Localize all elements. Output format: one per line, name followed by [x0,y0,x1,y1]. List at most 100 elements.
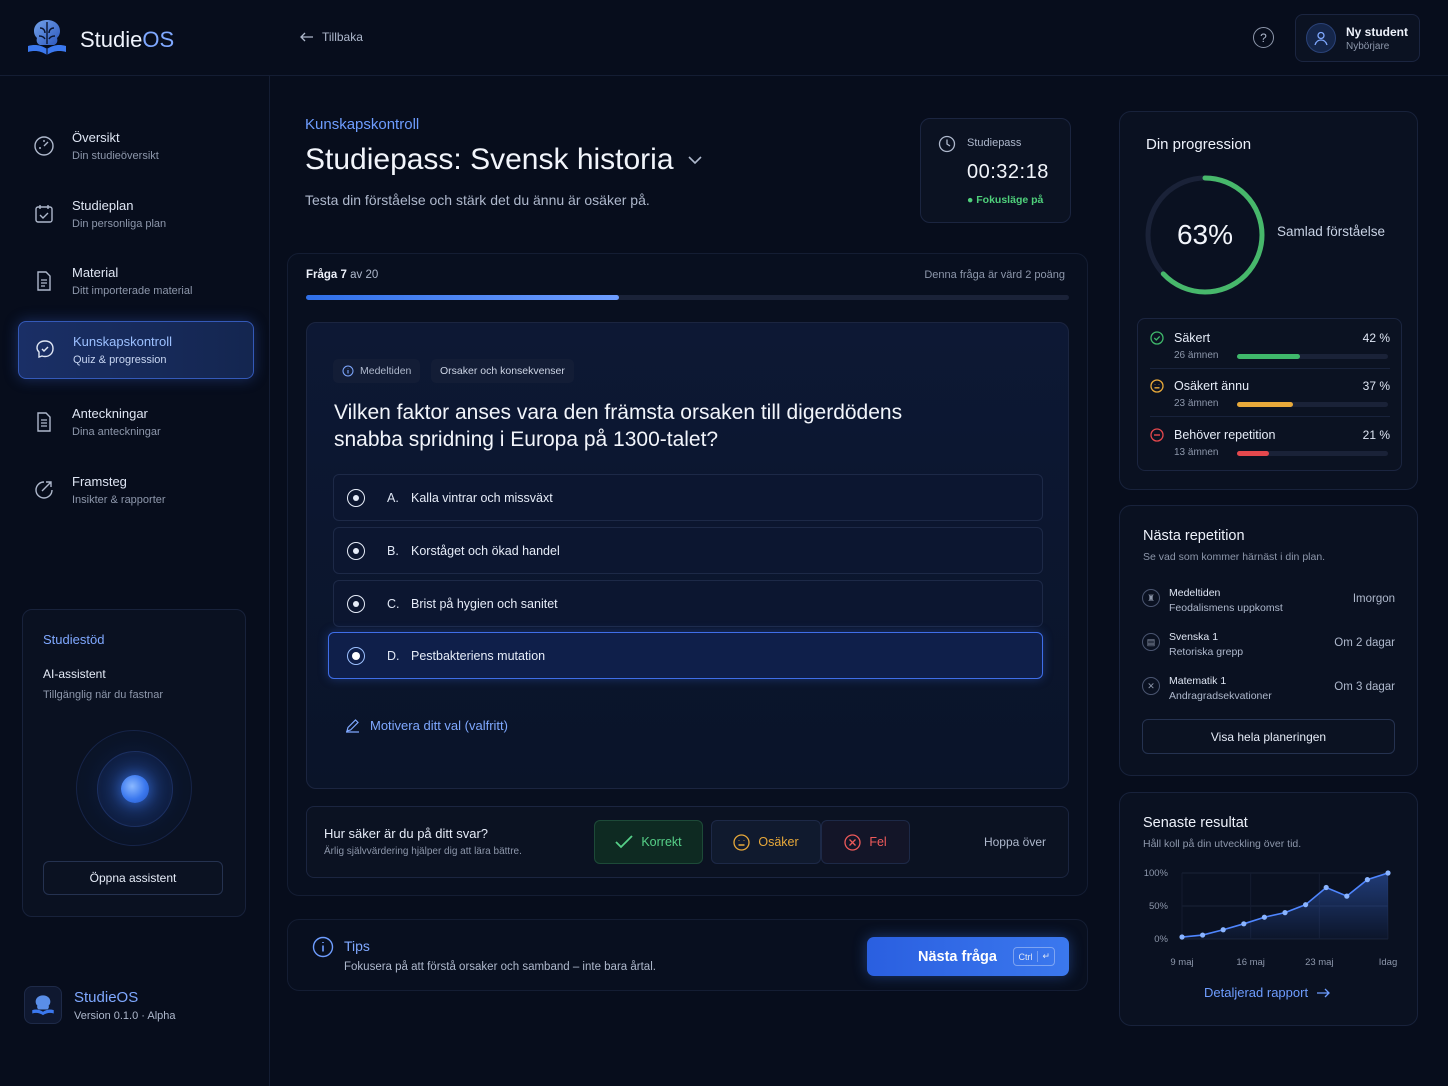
confidence-sub: Ärlig självvärdering hjälper dig att lär… [324,846,522,857]
brain-book-icon [24,14,70,65]
data-point [1303,902,1309,908]
stat-fill [1237,451,1269,456]
option-text: Brist på hygien och sanitet [411,596,558,611]
stat-sub: 26 ämnen [1174,350,1219,361]
x-tick-label: 16 maj [1236,957,1265,968]
user-menu[interactable]: Ny student Nybörjare [1295,14,1420,62]
clock-icon [938,135,956,153]
stat-bar [1237,354,1388,359]
answer-option-b[interactable]: B. Korståget och ökad handel [333,527,1043,574]
user-name: Ny student [1346,24,1409,39]
progress-stats: Säkert 26 ämnen 42 % Osäkert ännu 23 ämn… [1137,318,1402,471]
info-icon [312,936,334,958]
stat-repetition: Behöver repetition 13 ämnen 21 % [1150,424,1390,468]
confidence-question: Hur säker är du på ditt svar? [324,826,489,841]
tips-title: Tips [344,938,370,954]
view-plan-button[interactable]: Visa hela planeringen [1142,719,1395,754]
sidebar-item-anteckningar[interactable]: Anteckningar Dina anteckningar [18,393,254,451]
study-support-panel: Studiestöd AI-assistent Tillgänglig när … [22,609,246,917]
sidebar-item-sub: Din personliga plan [72,218,167,230]
sidebar-item-kunskapskontroll[interactable]: Kunskapskontroll Quiz & progression [18,321,254,379]
tips-panel: Tips Fokusera på att förstå orsaker och … [287,919,1088,991]
confidence-panel: Hur säker är du på ditt svar? Ärlig själ… [306,806,1069,878]
tag-topic: Orsaker och konsekvenser [431,359,574,383]
x-tick-label: Idag [1379,957,1398,968]
chevron-down-icon[interactable] [687,155,702,165]
sidebar-item-title: Framsteg [72,474,127,489]
sidebar-item-studieplan[interactable]: Studieplan Din personliga plan [18,185,254,243]
document-icon [32,269,56,293]
stat-label: Osäkert ännu [1174,379,1250,393]
quiz-panel: Fråga 7 av 20 Denna fråga är värd 2 poän… [287,253,1088,896]
data-point [1282,910,1288,916]
sidebar-item-title: Översikt [72,130,120,145]
data-point [1241,921,1247,927]
assistant-title: AI-assistent [43,667,106,681]
page-title-text: Studiepass: Svensk historia [305,143,674,176]
stat-sakert: Säkert 26 ämnen 42 % [1150,327,1390,371]
repetition-item[interactable]: ▤ Svenska 1 Retoriska grepp Om 2 dagar [1142,631,1395,667]
stat-percent: 37 % [1362,379,1390,393]
neutral-face-icon [733,833,750,851]
radio-icon [347,594,365,613]
repetition-item[interactable]: ✕ Matematik 1 Andragradsekvationer Om 3 … [1142,675,1395,711]
skip-button[interactable]: Hoppa över [984,835,1046,849]
answer-option-d[interactable]: D. Pestbakteriens mutation [328,632,1043,679]
help-icon[interactable]: ? [1253,27,1274,48]
stat-fill [1237,402,1293,407]
wrong-button[interactable]: Fel [821,820,910,864]
repetition-item[interactable]: ♜ Medeltiden Feodalismens uppkomst Imorg… [1142,587,1395,623]
answer-option-a[interactable]: A. Kalla vintrar och missväxt [333,474,1043,521]
option-text: Korståget och ökad handel [411,543,560,558]
data-point [1364,877,1370,883]
timer-label: Studiepass [967,137,1022,149]
sidebar-item-sub: Din studieöversikt [72,150,159,162]
data-point [1323,884,1329,891]
sidebar-item-sub: Ditt importerade material [72,285,193,297]
footer-brand: StudieOS Version 0.1.0 · Alpha [24,986,176,1024]
check-circle-icon [1150,331,1164,345]
app-version: Version 0.1.0 · Alpha [74,1009,176,1022]
session-timer: Studiepass 00:32:18 ● Fokusläge på [920,118,1071,223]
next-question-label: Nästa fråga [918,948,997,965]
sidebar-item-framsteg[interactable]: Framsteg Insikter & rapporter [18,461,254,519]
correct-button[interactable]: Korrekt [594,820,703,864]
sidebar-item-oversikt[interactable]: Översikt Din studieöversikt [18,117,254,175]
check-icon [615,835,633,849]
next-repetition-title: Nästa repetition [1143,528,1245,544]
book-icon: ▤ [1142,633,1160,651]
app-logo[interactable]: StudieOS [24,14,174,65]
stat-fill [1237,354,1301,359]
sidebar-item-material[interactable]: Material Ditt importerade material [18,252,254,310]
results-card: Senaste resultat Håll koll på din utveck… [1119,792,1418,1026]
notes-icon [32,410,56,434]
keyboard-shortcut: Ctrl ↵ [1013,947,1055,966]
top-bar [0,0,1448,76]
open-assistant-button[interactable]: Öppna assistent [43,861,223,895]
progress-percent: 63% [1176,219,1234,250]
user-role: Nybörjare [1346,40,1390,52]
progression-title: Din progression [1146,136,1252,153]
data-point [1344,893,1350,899]
tips-text: Fokusera på att förstå orsaker och samba… [344,961,656,973]
detailed-report-link[interactable]: Detaljerad rapport [1204,985,1330,1000]
sidebar-item-title: Material [72,265,119,280]
x-circle-icon [844,833,861,851]
next-question-button[interactable]: Nästa fråga Ctrl ↵ [867,937,1069,976]
back-link[interactable]: Tillbaka [300,30,363,44]
sidebar-item-title: Anteckningar [72,406,148,421]
radio-icon [347,541,365,560]
page-title[interactable]: Studiepass: Svensk historia [305,143,702,177]
motivate-answer-link[interactable]: Motivera ditt val (valfritt) [345,718,508,733]
sidebar-item-sub: Insikter & rapporter [72,494,166,506]
question-points: Denna fråga är värd 2 poäng [924,269,1065,281]
answer-option-c[interactable]: C. Brist på hygien och sanitet [333,580,1043,627]
tag-medeltiden: Medeltiden [333,359,421,383]
back-label: Tillbaka [322,30,363,44]
info-icon [342,365,354,377]
focus-status: ● Fokusläge på [967,194,1044,206]
unsure-button[interactable]: Osäker [711,820,821,864]
y-tick-label: 50% [1149,901,1169,912]
option-text: Pestbakteriens mutation [411,648,546,663]
calendar-check-icon [32,202,56,226]
